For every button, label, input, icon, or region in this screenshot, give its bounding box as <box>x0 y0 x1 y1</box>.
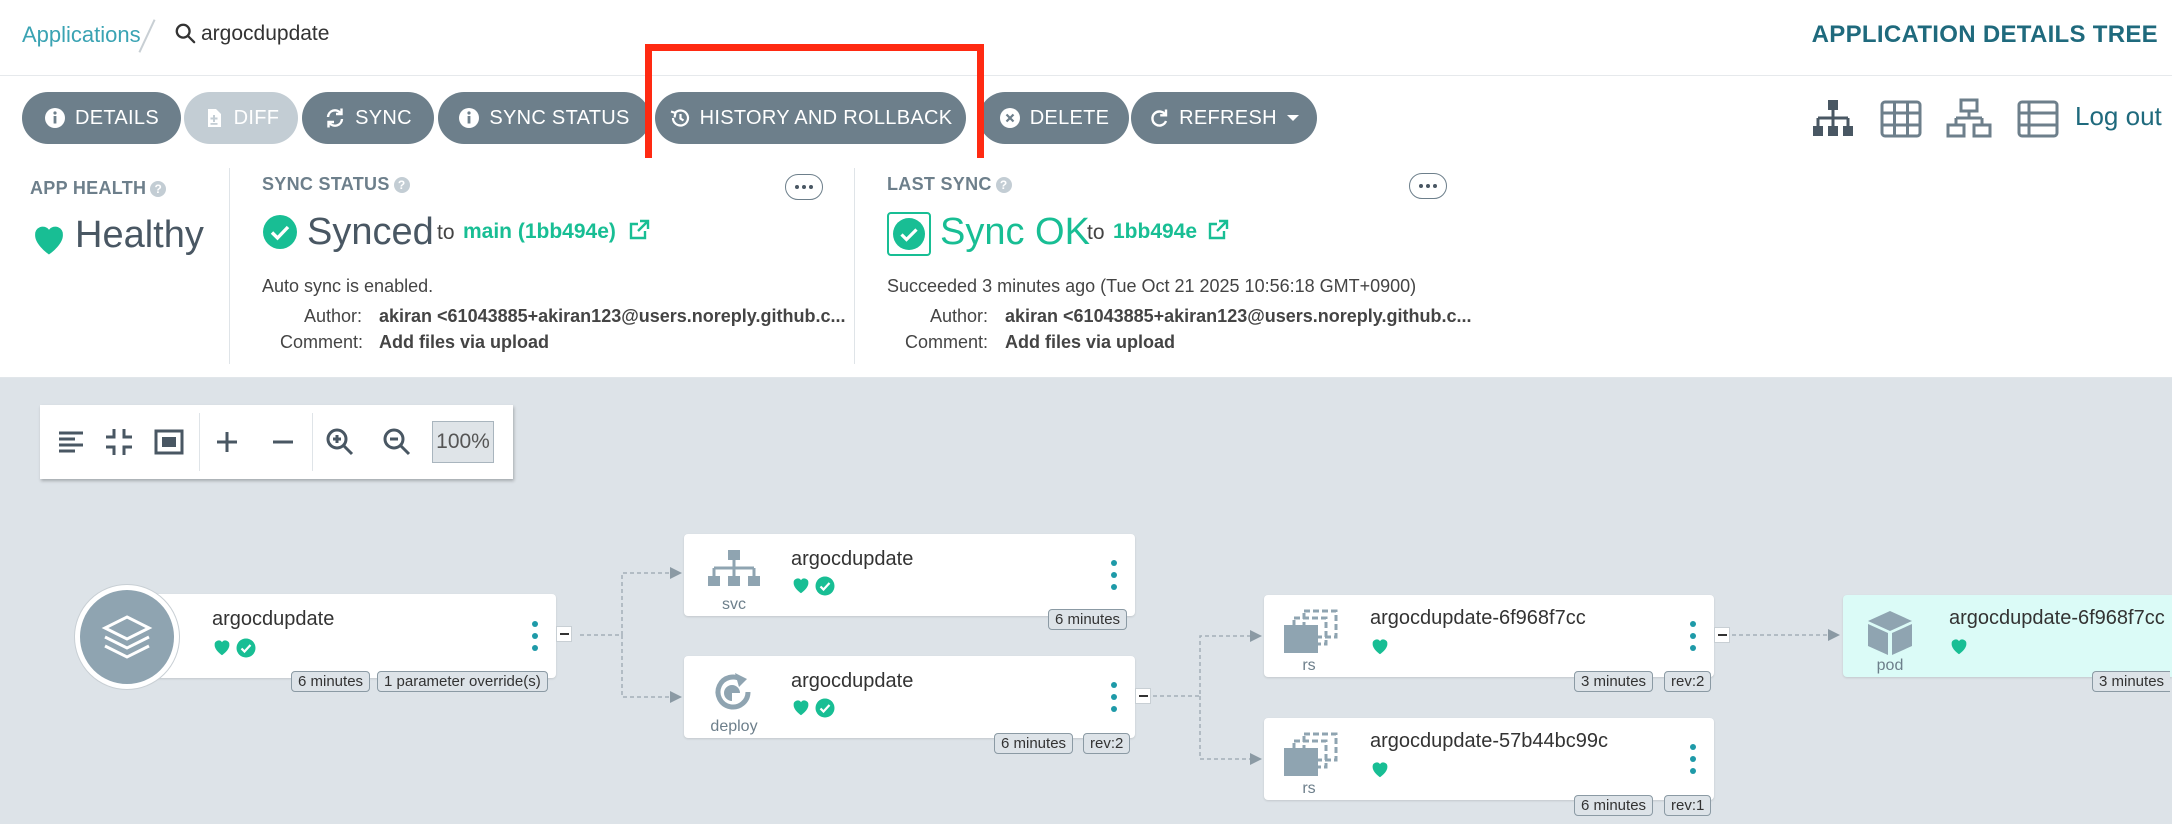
revision-tag: rev:2 <box>1664 671 1712 692</box>
heart-icon <box>1372 762 1388 778</box>
plus-icon[interactable] <box>210 425 244 459</box>
toolbar-divider <box>199 413 200 471</box>
heart-icon <box>1951 639 1967 655</box>
revision-tag: rev:1 <box>1664 795 1712 816</box>
fit-to-screen-icon[interactable] <box>152 425 186 459</box>
heart-icon <box>793 700 809 716</box>
app-node-status <box>212 638 256 658</box>
toolbar-divider <box>312 413 313 471</box>
app-node[interactable]: argocdupdate <box>136 594 556 678</box>
node-age-tag: 3 minutes <box>1574 671 1654 692</box>
replicaset-node[interactable]: rs argocdupdate-6f968f7cc <box>1264 595 1714 677</box>
deploy-kind-label: deploy <box>710 718 758 735</box>
app-node-title: argocdupdate <box>212 608 335 630</box>
rs-kind-label: rs <box>1302 780 1316 797</box>
svc-node-title: argocdupdate <box>791 548 914 570</box>
svc-node[interactable]: svc argocdupdate <box>684 534 1135 616</box>
svc-node-status <box>791 576 835 596</box>
zoom-level[interactable]: 100% <box>432 421 494 463</box>
deploy-node-status <box>791 698 835 718</box>
replicaset-kind-icon <box>1284 609 1338 653</box>
rs1-node-title: argocdupdate-6f968f7cc <box>1370 607 1586 629</box>
rs2-node-status <box>1370 760 1390 778</box>
pod-node-status <box>1949 637 1969 655</box>
pod-node-title: argocdupdate-6f968f7cc <box>1949 607 2165 629</box>
parameter-override-tag: 1 parameter override(s) <box>377 671 548 692</box>
node-age-tag: 6 minutes <box>994 733 1074 754</box>
check-circle-icon <box>815 698 835 718</box>
heart-icon <box>214 640 230 656</box>
node-age-tag: 3 minutes <box>2092 671 2171 692</box>
app-kind-icon <box>75 585 179 689</box>
pod-node[interactable]: pod argocdupdate-6f968f7cc <box>1843 595 2172 677</box>
align-left-icon[interactable] <box>54 425 88 459</box>
svc-kind-label: svc <box>722 596 746 613</box>
heart-icon <box>1372 639 1388 655</box>
node-menu-icon[interactable] <box>1690 744 1696 774</box>
pod-kind-label: pod <box>1876 657 1904 674</box>
service-kind-icon <box>708 550 760 586</box>
deployment-kind-icon <box>715 673 751 710</box>
collapse-toggle[interactable] <box>1135 688 1151 704</box>
zoom-out-icon[interactable] <box>380 425 414 459</box>
collapse-toggle[interactable] <box>556 626 572 642</box>
collapse-toggle[interactable] <box>1714 627 1730 643</box>
check-circle-icon <box>236 638 256 658</box>
deploy-node[interactable]: deploy argocdupdate <box>684 656 1135 738</box>
check-circle-icon <box>815 576 835 596</box>
revision-tag: rev:2 <box>1083 733 1131 754</box>
deploy-node-title: argocdupdate <box>791 670 914 692</box>
graph-toolbar: 100% <box>40 405 513 479</box>
zoom-in-icon[interactable] <box>323 425 357 459</box>
pod-kind-icon <box>1868 611 1912 655</box>
node-menu-icon[interactable] <box>1111 682 1117 712</box>
rs2-node-title: argocdupdate-57b44bc99c <box>1370 730 1608 752</box>
node-age-tag: 6 minutes <box>1048 609 1128 630</box>
heart-icon <box>793 578 809 594</box>
node-menu-icon[interactable] <box>1690 621 1696 651</box>
replicaset-kind-icon <box>1284 732 1338 776</box>
replicaset-node[interactable]: rs argocdupdate-57b44bc99c <box>1264 718 1714 800</box>
rs1-node-status <box>1370 637 1390 655</box>
minus-icon[interactable] <box>266 425 300 459</box>
layers-icon <box>101 615 153 659</box>
node-age-tag: 6 minutes <box>1574 795 1654 816</box>
compress-icon[interactable] <box>102 425 136 459</box>
rs-kind-label: rs <box>1302 657 1316 674</box>
node-menu-icon[interactable] <box>1111 560 1117 590</box>
node-menu-icon[interactable] <box>532 621 538 651</box>
node-age-tag: 6 minutes <box>291 671 371 692</box>
